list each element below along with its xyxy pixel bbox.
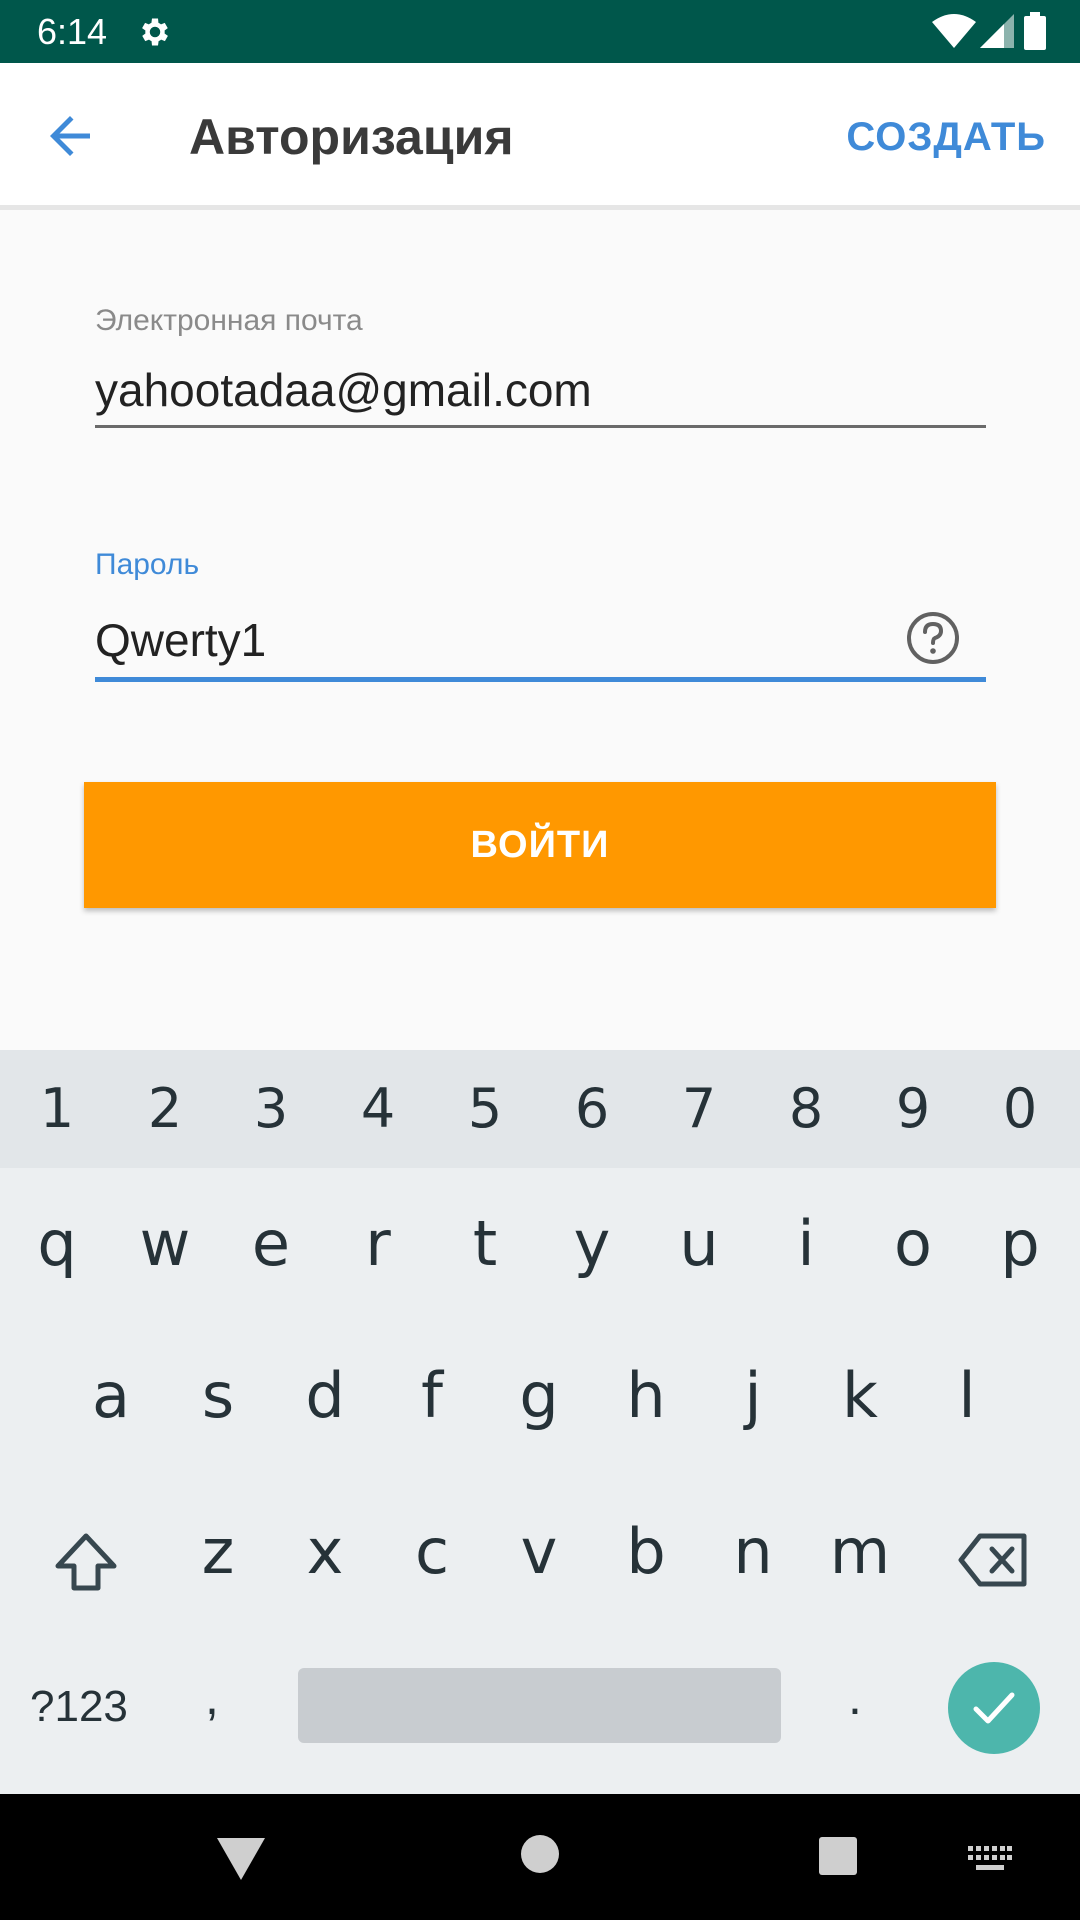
- login-screen: 6:14 Авторизация СОЗДАТЬ Электронная поч…: [0, 0, 1080, 1920]
- navigation-bar: [0, 1794, 1080, 1920]
- keyboard-switch-icon[interactable]: [968, 1846, 1012, 1872]
- password-label: Пароль: [95, 548, 200, 581]
- cell-signal-icon: [980, 14, 1014, 48]
- key-c[interactable]: c: [382, 1516, 482, 1588]
- key-d[interactable]: d: [275, 1360, 375, 1432]
- key-2[interactable]: 2: [115, 1078, 215, 1140]
- status-bar: 6:14: [0, 0, 1080, 63]
- key-p[interactable]: p: [970, 1208, 1070, 1280]
- key-x[interactable]: x: [275, 1516, 375, 1588]
- key-f[interactable]: f: [382, 1360, 482, 1432]
- arrow-back-icon[interactable]: [40, 106, 100, 166]
- password-underline: [95, 677, 986, 682]
- key-a[interactable]: a: [61, 1360, 161, 1432]
- page-title: Авторизация: [189, 109, 514, 165]
- key-6[interactable]: 6: [542, 1078, 642, 1140]
- key-9[interactable]: 9: [863, 1078, 963, 1140]
- key-o[interactable]: o: [863, 1208, 963, 1280]
- key-8[interactable]: 8: [756, 1078, 856, 1140]
- space-key[interactable]: [298, 1668, 781, 1743]
- email-input[interactable]: yahootadaa@gmail.com: [95, 362, 592, 418]
- battery-icon: [1024, 12, 1046, 50]
- key-t[interactable]: t: [435, 1208, 535, 1280]
- keyboard-number-row: 1 2 3 4 5 6 7 8 9 0: [0, 1050, 1080, 1168]
- key-s[interactable]: s: [168, 1360, 268, 1432]
- key-m[interactable]: m: [810, 1516, 910, 1588]
- key-5[interactable]: 5: [435, 1078, 535, 1140]
- wifi-icon: [932, 14, 976, 48]
- key-k[interactable]: k: [810, 1360, 910, 1432]
- email-underline: [95, 425, 986, 428]
- done-key[interactable]: [948, 1662, 1040, 1754]
- create-account-button[interactable]: СОЗДАТЬ: [846, 111, 1046, 163]
- help-circle-icon[interactable]: [905, 610, 961, 666]
- key-n[interactable]: n: [703, 1516, 803, 1588]
- comma-key[interactable]: ,: [205, 1668, 235, 1726]
- key-g[interactable]: g: [489, 1360, 589, 1432]
- nav-recents-icon[interactable]: [818, 1836, 858, 1876]
- key-4[interactable]: 4: [328, 1078, 428, 1140]
- status-time: 6:14: [37, 11, 108, 52]
- key-i[interactable]: i: [756, 1208, 856, 1280]
- soft-keyboard: 1 2 3 4 5 6 7 8 9 0 q w e r t y u i o p …: [0, 1050, 1080, 1794]
- email-label: Электронная почта: [95, 304, 363, 337]
- key-u[interactable]: u: [649, 1208, 749, 1280]
- key-b[interactable]: b: [596, 1516, 696, 1588]
- login-button[interactable]: ВОЙТИ: [84, 782, 996, 908]
- key-l[interactable]: l: [917, 1360, 1017, 1432]
- key-e[interactable]: e: [221, 1208, 321, 1280]
- key-y[interactable]: y: [542, 1208, 642, 1280]
- password-input[interactable]: Qwerty1: [95, 612, 266, 668]
- check-icon: [973, 1692, 1015, 1724]
- app-bar: Авторизация СОЗДАТЬ: [0, 63, 1080, 210]
- key-0[interactable]: 0: [970, 1078, 1070, 1140]
- key-q[interactable]: q: [7, 1208, 107, 1280]
- key-7[interactable]: 7: [649, 1078, 749, 1140]
- gear-icon: [142, 18, 168, 46]
- key-w[interactable]: w: [115, 1208, 215, 1280]
- backspace-icon[interactable]: [958, 1532, 1028, 1588]
- key-3[interactable]: 3: [221, 1078, 321, 1140]
- nav-back-icon[interactable]: [215, 1836, 267, 1882]
- key-j[interactable]: j: [703, 1360, 803, 1432]
- key-v[interactable]: v: [489, 1516, 589, 1588]
- key-1[interactable]: 1: [7, 1078, 107, 1140]
- symbols-key[interactable]: ?123: [30, 1680, 128, 1734]
- key-h[interactable]: h: [596, 1360, 696, 1432]
- shift-icon[interactable]: [54, 1530, 118, 1594]
- nav-home-icon[interactable]: [520, 1834, 560, 1874]
- key-r[interactable]: r: [328, 1208, 428, 1280]
- period-key[interactable]: .: [848, 1668, 878, 1726]
- key-z[interactable]: z: [168, 1516, 268, 1588]
